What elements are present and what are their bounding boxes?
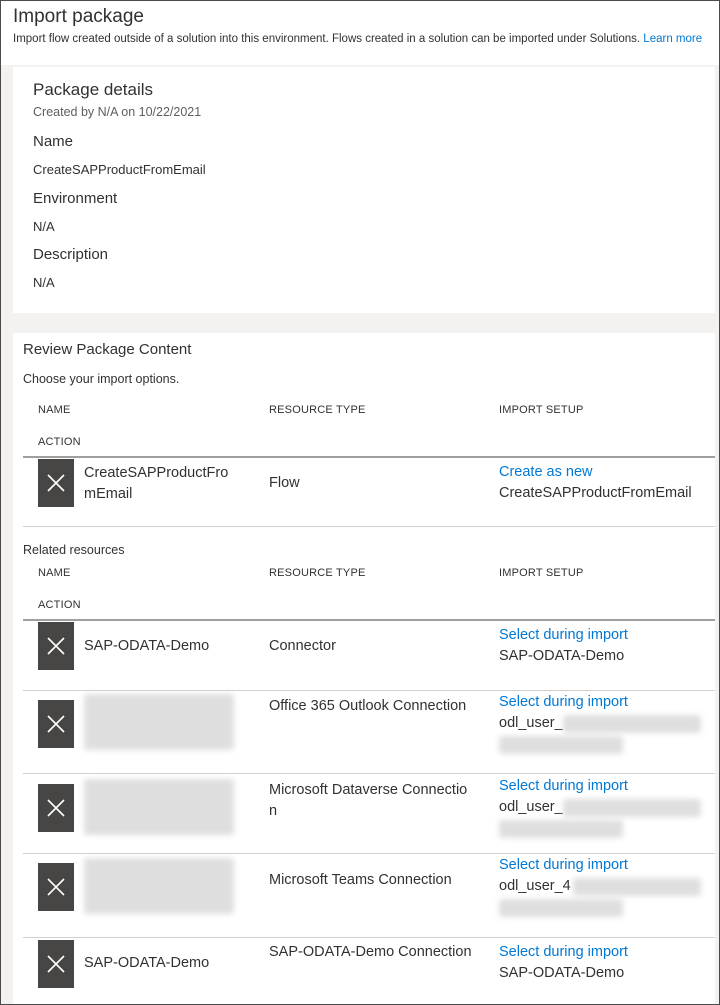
import-package-panel: Import package Import flow created outsi…: [0, 0, 720, 1005]
import-setup-value: SAP-ODATA-Demo: [499, 648, 625, 664]
remove-button[interactable]: [38, 784, 74, 832]
remove-button[interactable]: [38, 863, 74, 911]
environment-value: N/A: [33, 219, 55, 234]
import-setup: Select during import SAP-ODATA-Demo: [499, 625, 709, 667]
resource-type: SAP-ODATA-Demo Connection: [269, 944, 472, 960]
row-divider: [23, 937, 715, 938]
table-header-divider: [23, 456, 715, 458]
environment-label: Environment: [33, 190, 118, 207]
close-icon: [47, 955, 65, 973]
remove-button[interactable]: [38, 700, 74, 748]
package-created-info: Created by N/A on 10/22/2021: [33, 105, 202, 119]
redacted-account: [499, 899, 623, 917]
close-icon: [47, 637, 65, 655]
review-subtitle: Choose your import options.: [23, 372, 180, 386]
remove-button[interactable]: [38, 940, 74, 988]
select-during-import-link[interactable]: Select during import: [499, 855, 709, 876]
row-divider: [23, 690, 715, 691]
import-setup: Create as new CreateSAPProductFromEmail: [499, 462, 709, 504]
select-during-import-link[interactable]: Select during import: [499, 942, 709, 963]
section-divider: [23, 526, 715, 527]
resource-type: Flow: [269, 475, 300, 491]
select-during-import-link[interactable]: Select during import: [499, 692, 709, 713]
column-header-import-setup[interactable]: IMPORT SETUP: [499, 404, 584, 416]
description-value: N/A: [33, 275, 55, 290]
name-label: Name: [33, 133, 74, 150]
column-header-name[interactable]: NAME: [38, 404, 71, 416]
remove-button[interactable]: [38, 459, 74, 507]
redacted-account: [499, 736, 623, 754]
review-title: Review Package Content: [23, 341, 192, 358]
close-icon: [47, 799, 65, 817]
package-details-title: Package details: [33, 80, 154, 99]
page-header: Import package Import flow created outsi…: [1, 1, 719, 67]
redacted-connection-name: [84, 858, 234, 914]
redacted-account: [573, 878, 701, 896]
related-column-header-action[interactable]: ACTION: [38, 599, 81, 611]
resource-type: Microsoft Teams Connection: [269, 872, 452, 888]
column-header-action[interactable]: ACTION: [38, 436, 81, 448]
resource-name: SAP-ODATA-Demo: [84, 955, 210, 971]
select-during-import-link[interactable]: Select during import: [499, 776, 709, 797]
column-header-resource-type[interactable]: RESOURCE TYPE: [269, 404, 366, 416]
create-as-new-link[interactable]: Create as new: [499, 462, 709, 483]
import-setup: Select during import SAP-ODATA-Demo: [499, 942, 709, 984]
redacted-connection-name: [84, 779, 234, 835]
select-during-import-link[interactable]: Select during import: [499, 625, 709, 646]
import-setup-value: SAP-ODATA-Demo: [499, 965, 625, 981]
resource-name: CreateSAPProductFromEmail: [84, 465, 229, 502]
resource-type: Office 365 Outlook Connection: [269, 698, 467, 714]
close-icon: [47, 878, 65, 896]
page-description-text: Import flow created outside of a solutio…: [13, 33, 641, 45]
redacted-account: [563, 799, 701, 817]
redacted-account: [499, 820, 623, 838]
redacted-connection-name: [84, 694, 234, 750]
resource-name: SAP-ODATA-Demo: [84, 638, 210, 654]
related-column-header-name[interactable]: NAME: [38, 567, 71, 579]
description-label: Description: [33, 246, 109, 263]
close-icon: [47, 715, 65, 733]
related-column-header-resource-type[interactable]: RESOURCE TYPE: [269, 567, 366, 579]
import-setup-value: CreateSAPProductFromEmail: [499, 485, 692, 501]
page-description: Import flow created outside of a solutio…: [13, 32, 713, 47]
name-value: CreateSAPProductFromEmail: [33, 162, 206, 177]
close-icon: [47, 474, 65, 492]
learn-more-link[interactable]: Learn more: [643, 33, 702, 45]
package-details-card: [13, 67, 715, 313]
row-divider: [23, 853, 715, 854]
related-resources-label: Related resources: [23, 543, 125, 557]
page-title: Import package: [13, 6, 144, 27]
redacted-account: [563, 715, 701, 733]
related-table-header-divider: [23, 619, 715, 621]
resource-type: Microsoft Dataverse Connection: [269, 782, 468, 819]
remove-button[interactable]: [38, 622, 74, 670]
related-column-header-import-setup[interactable]: IMPORT SETUP: [499, 567, 584, 579]
resource-type: Connector: [269, 638, 336, 654]
row-divider: [23, 773, 715, 774]
